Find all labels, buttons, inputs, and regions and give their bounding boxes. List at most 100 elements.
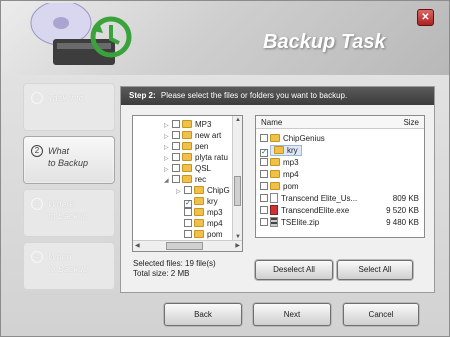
step-task-info[interactable]: 1 Task info [23,83,115,131]
tree-item[interactable]: ▷ ChipG [176,185,230,196]
folder-icon [270,170,280,178]
file-name: pom [283,182,299,191]
checkbox[interactable] [172,142,180,150]
tree-item-label: new art [195,131,222,140]
total-size: Total size: 2 MB [133,269,190,278]
checkbox[interactable] [184,186,192,194]
step-number: 1 [31,92,43,104]
checkbox[interactable] [260,158,268,166]
step-where-to-backup[interactable]: 3 Where to Backup [23,189,115,237]
checkbox[interactable] [260,182,268,190]
folder-icon [182,131,192,139]
checkbox[interactable] [260,206,268,214]
back-button[interactable]: Back [164,303,242,326]
step-what-to-backup[interactable]: 2 What to Backup [23,136,115,184]
step-instruction: Please select the files or folders you w… [160,91,348,100]
folder-icon [274,146,284,154]
tree-item[interactable]: ▷ pen [164,141,208,152]
file-name: ChipGenius [283,134,325,143]
step-label-line2: to Backup [48,211,89,221]
next-button[interactable]: Next [253,303,331,326]
cancel-button[interactable]: Cancel [343,303,419,326]
list-item[interactable]: TSElite.zip 9 480 KB [256,217,424,229]
selected-files-count: Selected files: 19 file(s) [133,259,216,268]
tree-item[interactable]: ◢ rec [164,174,206,185]
list-item-selected[interactable]: ✓ kry [256,145,424,157]
tree-item-label: QSL [195,164,212,173]
step-label-line1: Where [48,199,75,209]
step-label: Where to Backup [48,198,88,222]
scroll-up-icon[interactable]: ▲ [235,117,241,123]
window-title: Backup Task [263,31,386,53]
step-header-label: Step 2: [129,91,156,100]
checkbox[interactable] [184,208,192,216]
tree-vertical-scrollbar[interactable]: ▲ ▼ [232,116,242,241]
checkbox[interactable] [172,175,180,183]
file-name: kry [287,146,298,155]
checkbox[interactable] [260,194,268,202]
select-all-button[interactable]: Select All [337,260,413,280]
wizard-steps: 1 Task info 2 What to Backup 3 Where to … [23,83,115,295]
checkbox[interactable] [172,164,180,172]
checkbox[interactable] [260,170,268,178]
file-name-cell: kry [270,145,302,156]
file-name: Transcend Elite_Us... [281,194,358,203]
tree-item[interactable]: ▷ MP3 [164,119,211,130]
step-when-to-backup[interactable]: 4 When to Backup [23,242,115,290]
folder-icon [194,230,204,238]
column-size[interactable]: Size [403,118,419,127]
step-label-line1: What [48,146,70,156]
checkbox[interactable] [172,153,180,161]
list-item[interactable]: ChipGenius [256,133,424,145]
checkbox[interactable] [184,219,192,227]
file-list[interactable]: Name Size ChipGenius ✓ kry mp3 mp4 pom Tr… [255,115,425,238]
file-size: 9 520 KB [386,206,419,215]
collapse-icon[interactable]: ◢ [164,176,172,187]
tree-horizontal-scrollbar[interactable]: ◀ ▶ [133,240,242,251]
file-size: 809 KB [392,194,419,203]
step-label: Task info [48,93,84,103]
archive-icon [270,217,278,227]
tree-item[interactable]: ▷ QSL [164,163,211,174]
backup-task-window: Backup Task ✕ 1 Task info 2 What to Back… [0,0,450,337]
tree-item[interactable]: ✓ kry [176,196,218,208]
step-label: What to Backup [48,145,88,169]
file-size: 9 480 KB [386,218,419,227]
file-name: mp4 [283,170,299,179]
tree-item[interactable]: pom [176,229,223,240]
list-item[interactable]: TranscendElite.exe 9 520 KB [256,205,424,217]
close-button[interactable]: ✕ [417,9,434,26]
checkbox[interactable] [260,134,268,142]
header-banner: Backup Task ✕ [1,1,449,75]
checkbox-checked[interactable]: ✓ [260,149,268,157]
scroll-thumb[interactable] [166,242,203,250]
scroll-left-icon[interactable]: ◀ [135,242,140,249]
list-item[interactable]: pom [256,181,424,193]
tree-item-label: plyta ratu [195,153,228,162]
checkbox[interactable] [172,120,180,128]
tree-item[interactable]: mp3 [176,207,223,218]
scroll-thumb[interactable] [234,176,241,206]
step-label-line1: When [48,252,72,262]
list-item[interactable]: Transcend Elite_Us... 809 KB [256,193,424,205]
file-name: TranscendElite.exe [281,206,350,215]
column-name[interactable]: Name [261,118,282,127]
tree-item[interactable]: mp4 [176,218,223,229]
checkbox[interactable] [184,230,192,238]
file-name: TSElite.zip [281,218,320,227]
step-header: Step 2: Please select the files or folde… [121,87,434,105]
list-item[interactable]: mp3 [256,157,424,169]
scroll-right-icon[interactable]: ▶ [235,242,240,249]
folder-icon [194,219,204,227]
tree-item-label: pom [207,230,223,239]
step-label-line2: to Backup [48,264,89,274]
folder-icon [182,120,192,128]
checkbox[interactable] [172,131,180,139]
tree-item[interactable]: ▷ plyta ratu [164,152,228,163]
folder-tree[interactable]: ▷ MP3 ▷ new art ▷ pen ▷ plyta ratu ▷ QSL ◢ rec… [132,115,243,252]
tree-item[interactable]: ▷ new art [164,130,221,141]
deselect-all-button[interactable]: Deselect All [255,260,333,280]
file-name: mp3 [283,158,299,167]
checkbox[interactable] [260,218,268,226]
list-item[interactable]: mp4 [256,169,424,181]
